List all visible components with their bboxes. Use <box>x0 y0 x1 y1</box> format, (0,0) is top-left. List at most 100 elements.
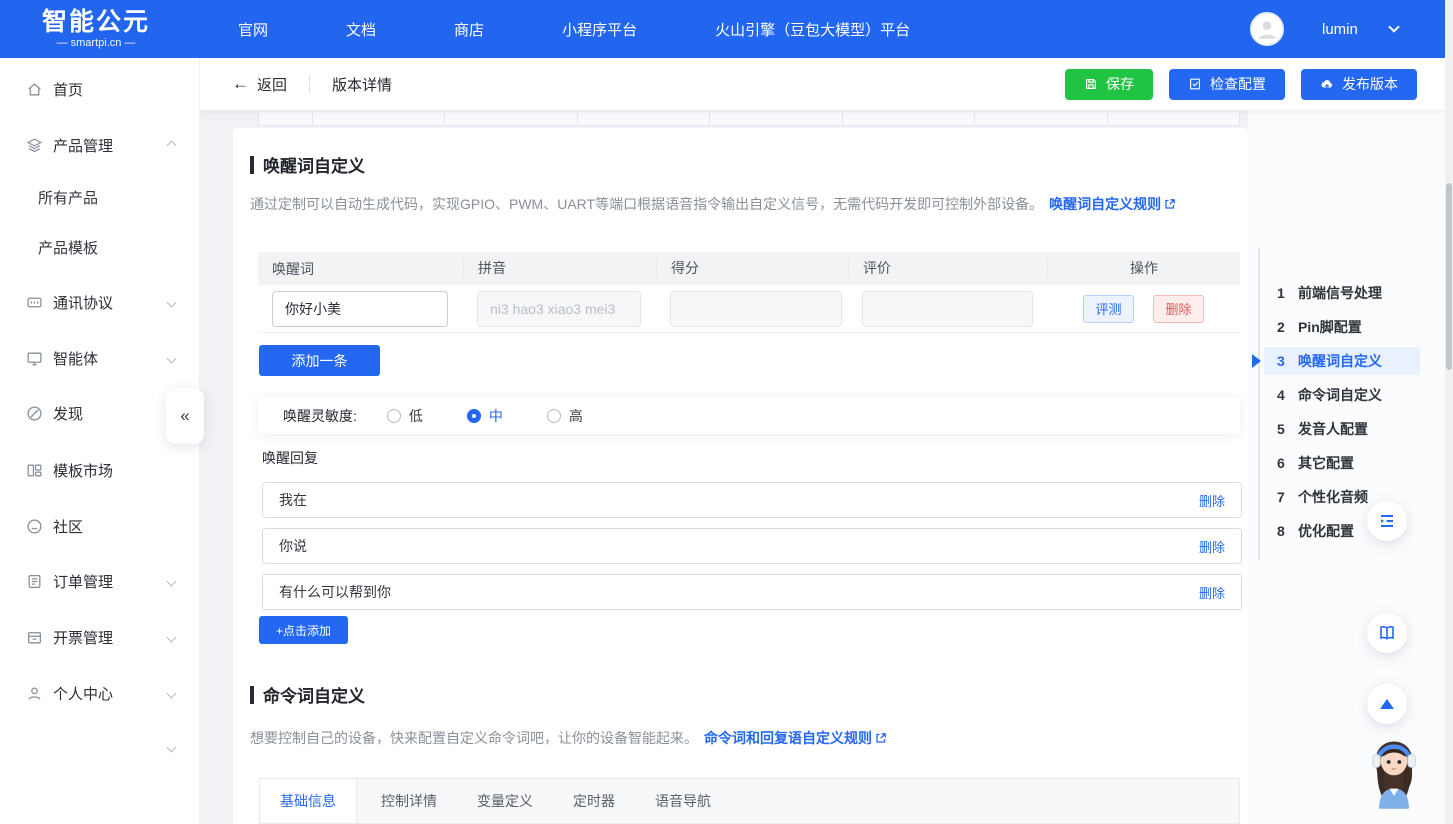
sidebar-item-template-market[interactable]: 模板市场 <box>0 450 200 490</box>
chip-icon <box>26 294 43 311</box>
save-button[interactable]: 保存 <box>1065 69 1153 100</box>
wake-word-table: 唤醒词 拼音 得分 评价 操作 评测 删除 <box>258 252 1240 333</box>
clipped-table-row <box>258 112 1240 126</box>
score-input[interactable] <box>670 291 842 327</box>
title-bar-decoration <box>250 156 254 174</box>
sidebar-extra-row[interactable] <box>0 727 200 767</box>
chevron-down-icon[interactable] <box>167 297 177 307</box>
list-icon <box>1377 511 1397 531</box>
tab-variable-definition[interactable]: 变量定义 <box>477 791 533 811</box>
reply-row: 你说 删除 <box>262 528 1242 564</box>
sidebar-item-personal-center[interactable]: 个人中心 <box>0 673 200 713</box>
step-item-4[interactable]: 4 命令词自定义 <box>1264 381 1420 409</box>
save-icon <box>1084 77 1098 91</box>
chevron-up-icon[interactable] <box>167 140 177 150</box>
chevron-down-icon[interactable] <box>1388 21 1399 32</box>
wake-rule-link[interactable]: 唤醒词自定义规则 <box>1049 196 1161 212</box>
topnav-item-docs[interactable]: 文档 <box>346 19 376 40</box>
step-item-6[interactable]: 6 其它配置 <box>1264 449 1420 477</box>
tab-timer[interactable]: 定时器 <box>573 791 615 811</box>
chevron-down-icon[interactable] <box>167 576 177 586</box>
tab-voice-navigation[interactable]: 语音导航 <box>655 791 711 811</box>
chevron-down-icon[interactable] <box>167 688 177 698</box>
delete-row-button[interactable]: 删除 <box>1153 295 1204 323</box>
sidebar-collapse-button[interactable]: « <box>166 388 204 444</box>
add-reply-button[interactable]: +点击添加 <box>259 616 348 644</box>
col-header-actions: 操作 <box>1047 259 1240 278</box>
assistant-mascot[interactable] <box>1360 728 1428 806</box>
mascot-girl-icon <box>1360 728 1428 809</box>
command-section-description: 想要控制自己的设备，快来配置自定义命令词吧，让你的设备智能起来。命令词和回复语自… <box>250 728 887 748</box>
publish-button[interactable]: 发布版本 <box>1301 69 1417 100</box>
delete-reply-link[interactable]: 删除 <box>1199 537 1225 556</box>
pinyin-input[interactable] <box>477 291 641 327</box>
header-actions: 保存 检查配置 发布版本 <box>1065 69 1417 100</box>
radio-high[interactable]: 高 <box>547 406 583 426</box>
sidebar-item-communication-protocol[interactable]: 通讯协议 <box>0 282 200 322</box>
toc-toggle-button[interactable] <box>1367 501 1407 541</box>
sidebar-item-product-management[interactable]: 产品管理 <box>0 125 200 165</box>
scrollbar-thumb[interactable] <box>1446 183 1452 370</box>
chevron-down-icon[interactable] <box>167 742 177 752</box>
sidebar-item-product-templates[interactable]: 产品模板 <box>0 227 200 267</box>
page-scrollbar[interactable] <box>1445 0 1453 824</box>
topnav-item-official[interactable]: 官网 <box>238 19 268 40</box>
delete-reply-link[interactable]: 删除 <box>1199 583 1225 602</box>
tab-basic-info[interactable]: 基础信息 <box>260 779 357 823</box>
topnav-item-store[interactable]: 商店 <box>454 19 484 40</box>
sidebar-item-all-products[interactable]: 所有产品 <box>0 177 200 217</box>
wake-word-input[interactable] <box>272 291 448 327</box>
col-header-pinyin: 拼音 <box>463 259 656 278</box>
docs-book-button[interactable] <box>1367 613 1407 653</box>
chevron-down-icon[interactable] <box>167 353 177 363</box>
rating-input[interactable] <box>862 291 1033 327</box>
add-wake-word-button[interactable]: 添加一条 <box>259 345 380 376</box>
radio-icon[interactable] <box>547 409 561 423</box>
sidebar-item-agent[interactable]: 智能体 <box>0 338 200 378</box>
step-item-2[interactable]: 2 Pin脚配置 <box>1264 313 1420 341</box>
sensitivity-label: 唤醒灵敏度: <box>283 406 357 426</box>
brand-logo[interactable]: 智能公元 — smartpi.cn — <box>42 9 150 50</box>
back-button[interactable]: ← 返回 <box>232 74 287 95</box>
delete-reply-link[interactable]: 删除 <box>1199 491 1225 510</box>
wake-table-row: 评测 删除 <box>258 285 1240 333</box>
radio-icon[interactable] <box>467 409 481 423</box>
topnav-item-miniapp[interactable]: 小程序平台 <box>562 19 637 40</box>
wake-table-header: 唤醒词 拼音 得分 评价 操作 <box>258 252 1240 285</box>
topnav-item-volcano[interactable]: 火山引擎（豆包大模型）平台 <box>715 19 910 40</box>
avatar[interactable] <box>1250 12 1284 46</box>
brand-subtitle: — smartpi.cn — <box>42 37 150 49</box>
table-cell <box>259 112 313 125</box>
title-bar-decoration <box>250 686 254 704</box>
external-link-icon[interactable] <box>875 732 887 744</box>
command-rule-link[interactable]: 命令词和回复语自定义规则 <box>704 730 872 746</box>
evaluate-button[interactable]: 评测 <box>1083 295 1134 323</box>
tab-control-detail[interactable]: 控制详情 <box>381 791 437 811</box>
person-icon <box>1254 16 1280 42</box>
step-item-5[interactable]: 5 发音人配置 <box>1264 415 1420 443</box>
check-config-button[interactable]: 检查配置 <box>1169 69 1285 100</box>
template-icon <box>26 462 43 479</box>
radio-low[interactable]: 低 <box>387 406 423 426</box>
step-item-3-active[interactable]: 3 唤醒词自定义 <box>1264 347 1420 375</box>
header-divider <box>309 75 310 93</box>
sidebar-item-home[interactable]: 首页 <box>0 69 200 109</box>
external-link-icon[interactable] <box>1164 198 1176 210</box>
step-item-1[interactable]: 1 前端信号处理 <box>1264 279 1420 307</box>
table-cell <box>445 112 577 125</box>
radio-icon[interactable] <box>387 409 401 423</box>
radio-medium[interactable]: 中 <box>467 406 503 426</box>
sensitivity-radio-group: 低 中 高 <box>387 406 583 426</box>
command-section-title: 命令词自定义 <box>250 682 365 707</box>
archive-icon <box>26 629 43 646</box>
back-to-top-button[interactable] <box>1367 684 1407 724</box>
table-cell <box>313 112 445 125</box>
wake-reply-label: 唤醒回复 <box>262 448 318 468</box>
user-menu[interactable]: lumin <box>1250 0 1398 58</box>
col-header-word: 唤醒词 <box>258 259 463 279</box>
sidebar-item-invoice-management[interactable]: 开票管理 <box>0 617 200 657</box>
sidebar-item-community[interactable]: 社区 <box>0 506 200 546</box>
table-cell <box>578 112 710 125</box>
chevron-down-icon[interactable] <box>167 632 177 642</box>
sidebar-item-order-management[interactable]: 订单管理 <box>0 561 200 601</box>
